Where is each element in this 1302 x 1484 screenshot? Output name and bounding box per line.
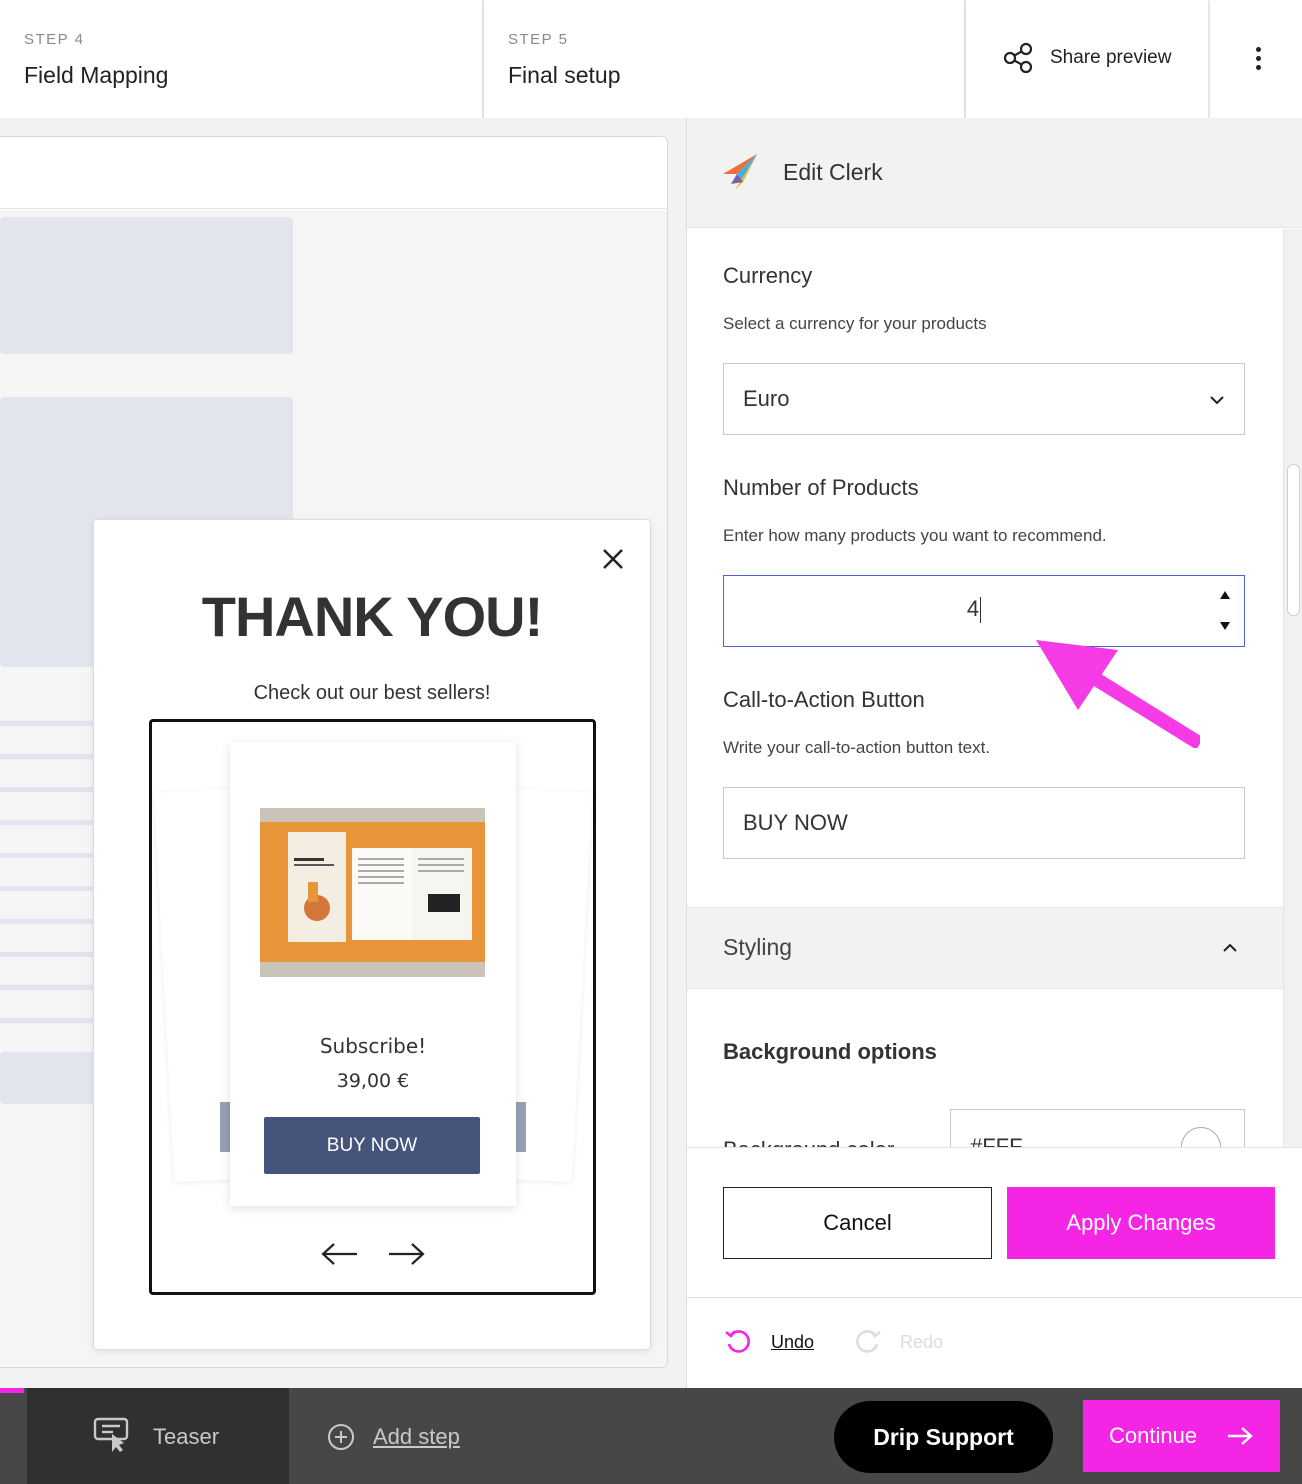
spin-up-icon[interactable] [1217,588,1233,602]
cta-text-value: BUY NOW [743,810,848,835]
cta-text-input[interactable]: BUY NOW [723,787,1245,859]
currency-hint: Select a currency for your products [723,314,987,333]
styling-section-toggle[interactable]: Styling [687,907,1283,989]
chevron-up-icon [1223,943,1237,952]
add-step-button[interactable]: Add step [373,1424,460,1450]
progress-indicator [0,1388,24,1393]
color-swatch[interactable] [1181,1127,1221,1147]
cta-label: Call-to-Action Button [723,687,925,712]
cancel-button[interactable]: Cancel [723,1187,992,1259]
panel-header: Edit Clerk [687,118,1302,228]
settings-scroll-area: Currency Select a currency for your prod… [687,229,1302,1147]
teaser-icon [93,1417,129,1452]
redo-icon [856,1330,881,1353]
placeholder-line [0,985,95,990]
cta-hint: Write your call-to-action button text. [723,738,991,757]
placeholder-line [0,721,95,726]
panel-title: Edit Clerk [783,159,883,185]
edit-panel: Edit Clerk Currency Select a currency fo… [686,118,1302,1388]
step-number: STEP 5 [508,31,569,48]
spin-down-icon[interactable] [1217,619,1233,633]
teaser-label: Teaser [153,1424,220,1449]
continue-label: Continue [1109,1423,1198,1448]
currency-value: Euro [743,386,790,411]
step-5-tab[interactable]: STEP 5 Final setup [484,0,965,118]
currency-label: Currency [723,263,813,288]
placeholder-line [0,820,95,825]
undo-button[interactable]: Undo [771,1332,814,1353]
popup-subtitle: Check out our best sellers! [253,682,491,704]
product-image [260,808,485,977]
product-card: Subscribe! 39,00 € BUY NOW [230,742,516,1206]
number-of-products-label: Number of Products [723,475,919,500]
panel-actions: Cancel Apply Changes [687,1147,1302,1297]
placeholder-line [0,1018,95,1023]
number-of-products-value-wrap: 4 [724,596,1224,624]
arrow-right-icon[interactable] [386,1240,426,1268]
chevron-down-icon [1210,396,1224,405]
preview-header [0,137,667,209]
step-title: Field Mapping [24,62,169,88]
background-color-label: Background color [723,1137,894,1147]
top-bar: STEP 4 Field Mapping STEP 5 Final setup … [0,0,1302,118]
number-of-products-input[interactable]: 4 [723,575,1245,647]
placeholder-line [0,853,95,858]
placeholder-line [0,886,95,891]
placeholder-line [0,787,95,792]
number-of-products-value: 4 [966,596,980,621]
currency-select[interactable]: Euro [723,363,1245,435]
background-options-title: Background options [723,1039,937,1064]
placeholder-block [0,217,293,354]
close-icon[interactable] [599,545,627,573]
share-preview-label: Share preview [1050,47,1172,68]
bottom-bar: Teaser Add step Drip Support Continue [0,1388,1302,1484]
step-title: Final setup [508,62,621,88]
popup-headline: THANK YOU! [201,585,544,648]
step-4-tab[interactable]: STEP 4 Field Mapping [0,0,483,118]
text-caret [980,597,982,624]
product-name: Subscribe! [319,1034,427,1058]
undo-icon[interactable] [723,1326,753,1356]
clerk-logo-icon [723,154,757,190]
placeholder-line [0,754,95,759]
history-controls: Undo Redo [687,1297,1302,1388]
styling-label: Styling [723,934,793,960]
background-color-value: #FFF [970,1134,1023,1147]
product-price: 39,00 € [336,1070,410,1092]
apply-changes-button[interactable]: Apply Changes [1007,1187,1275,1259]
share-icon [1003,42,1033,74]
step-number: STEP 4 [24,31,85,48]
more-options-button[interactable] [1210,0,1302,118]
share-preview-button[interactable]: Share preview [966,0,1208,118]
scrollbar-thumb[interactable] [1287,464,1300,616]
continue-button[interactable]: Continue [1083,1400,1280,1472]
drip-support-button[interactable]: Drip Support [834,1401,1053,1473]
redo-button: Redo [900,1332,944,1352]
thank-you-popup: THANK YOU! Check out our best sellers! S… [93,519,651,1350]
placeholder-line [0,919,95,924]
number-of-products-hint: Enter how many products you want to reco… [723,526,1107,545]
arrow-left-icon[interactable] [320,1240,360,1268]
teaser-step-tab[interactable]: Teaser [27,1388,289,1484]
panel-scrollbar[interactable] [1283,229,1302,1147]
buy-now-button[interactable]: BUY NOW [264,1117,480,1174]
product-carousel: Subscribe! 39,00 € BUY NOW [149,719,596,1295]
background-color-input[interactable]: #FFF [950,1109,1245,1147]
placeholder-line [0,952,95,957]
arrow-right-icon [1228,1427,1253,1445]
plus-circle-icon[interactable] [326,1422,356,1452]
